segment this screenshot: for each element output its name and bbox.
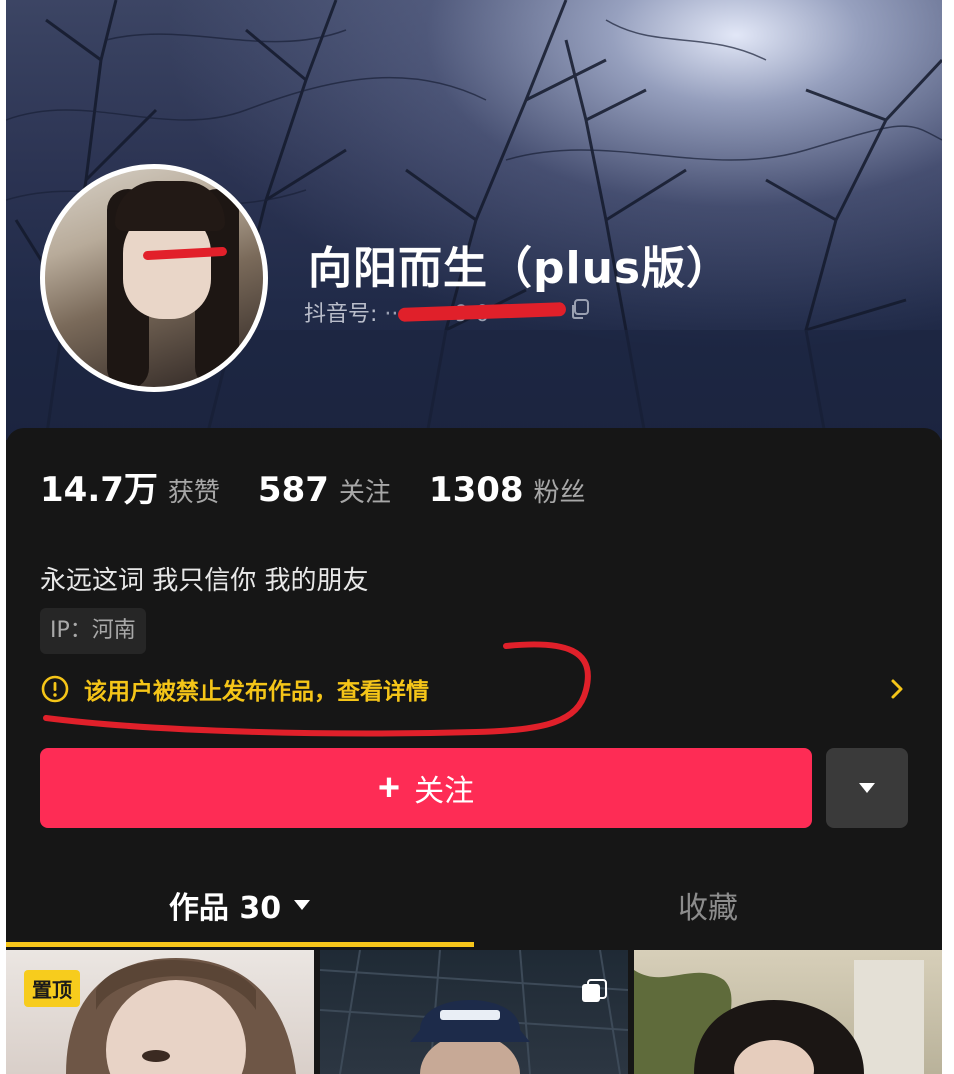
douyin-id-label: 抖音号: — [304, 302, 378, 327]
ban-warning-text: 该用户被禁止发布作品，查看详情 — [84, 679, 429, 705]
profile-stats: 14.7万 获赞 587 关注 1308 粉丝 — [40, 462, 624, 511]
follow-button-label: 关注 — [414, 775, 475, 808]
stat-label: 关注 — [338, 478, 391, 508]
stat-value: 587 — [257, 470, 329, 510]
tab-works[interactable]: 作品 30 — [6, 862, 474, 948]
ban-warning-row[interactable]: 该用户被禁止发布作品，查看详情 — [40, 664, 908, 714]
triangle-down-icon — [294, 900, 311, 910]
exclamation-circle-icon — [41, 675, 69, 703]
avatar[interactable] — [40, 164, 268, 392]
works-grid: 置顶 — [6, 950, 942, 1074]
more-options-button[interactable] — [826, 748, 908, 828]
tab-favorites-label: 收藏 — [678, 891, 738, 926]
stat-following[interactable]: 587 关注 — [258, 470, 391, 510]
tab-favorites[interactable]: 收藏 — [474, 862, 942, 948]
follow-button[interactable]: + 关注 — [40, 748, 812, 828]
triangle-down-icon — [859, 783, 875, 793]
stat-value: 1308 — [428, 470, 524, 510]
active-tab-indicator — [6, 942, 474, 947]
profile-screen: 向阳而生（plus版） 抖音号: ··········9·0· 14.7万 获赞… — [6, 0, 942, 1074]
thumbnail-image — [634, 960, 924, 1074]
tab-works-label: 作品 30 — [168, 891, 282, 926]
video-thumbnail[interactable]: 置顶 — [6, 950, 314, 1074]
profile-nickname: 向阳而生（plus版） — [308, 243, 732, 294]
pinned-badge: 置顶 — [24, 970, 80, 1007]
stat-label: 粉丝 — [533, 478, 586, 508]
stat-followers[interactable]: 1308 粉丝 — [429, 470, 586, 510]
stat-likes[interactable]: 14.7万 获赞 — [40, 462, 220, 511]
copy-icon[interactable] — [569, 298, 591, 320]
video-thumbnail[interactable] — [634, 950, 942, 1074]
stat-label: 获赞 — [167, 478, 220, 508]
thumbnail-image — [66, 958, 296, 1074]
ip-location-tag: IP：河南 — [40, 608, 146, 654]
plus-icon: + — [377, 767, 401, 809]
stat-value: 14.7万 — [40, 470, 158, 510]
profile-tabs: 作品 30 收藏 — [6, 862, 942, 948]
profile-bio: 永远这词 我只信你 我的朋友 — [40, 566, 369, 596]
thumbnail-image — [320, 950, 628, 1074]
video-thumbnail[interactable] — [320, 950, 628, 1074]
multi-image-icon — [582, 979, 607, 1002]
chevron-right-icon — [891, 679, 903, 699]
